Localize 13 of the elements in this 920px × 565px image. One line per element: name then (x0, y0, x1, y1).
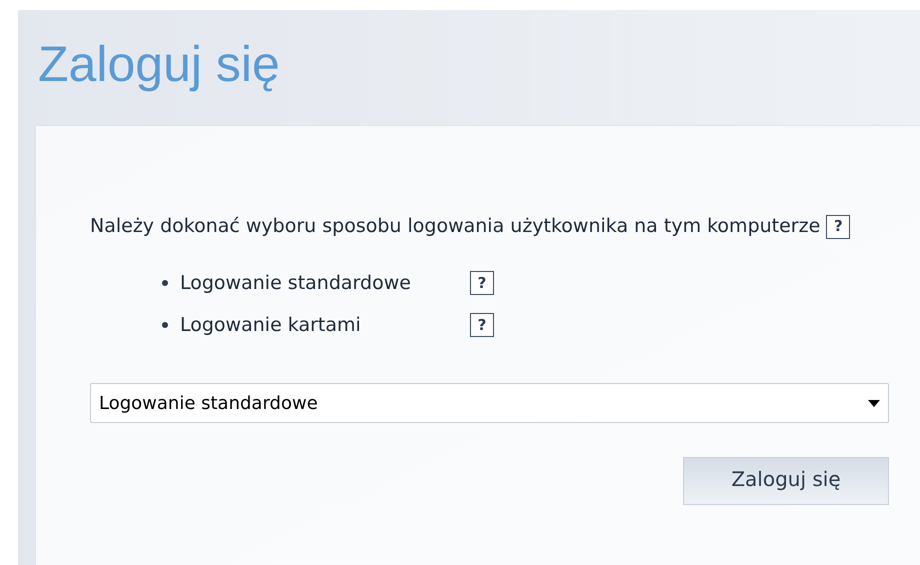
option-label: Logowanie kartami (180, 312, 362, 338)
help-button[interactable]: ? (826, 214, 850, 239)
bullet-icon (162, 280, 168, 286)
bullet-icon (162, 322, 168, 328)
intro-text: Należy dokonać wyboru sposobu logowania użytkownika na tym komputerze ? (90, 211, 880, 241)
login-method-select[interactable]: Logowanie standardowe (90, 383, 889, 423)
page-title: Zaloguj się (37, 35, 280, 94)
login-button[interactable]: Zaloguj się (683, 457, 889, 505)
select-value: Logowanie standardowe (99, 392, 318, 416)
help-button[interactable]: ? (470, 313, 494, 337)
help-button[interactable]: ? (470, 271, 494, 295)
dropdown-caret-icon (868, 400, 880, 406)
option-label: Logowanie standardowe (180, 270, 412, 296)
